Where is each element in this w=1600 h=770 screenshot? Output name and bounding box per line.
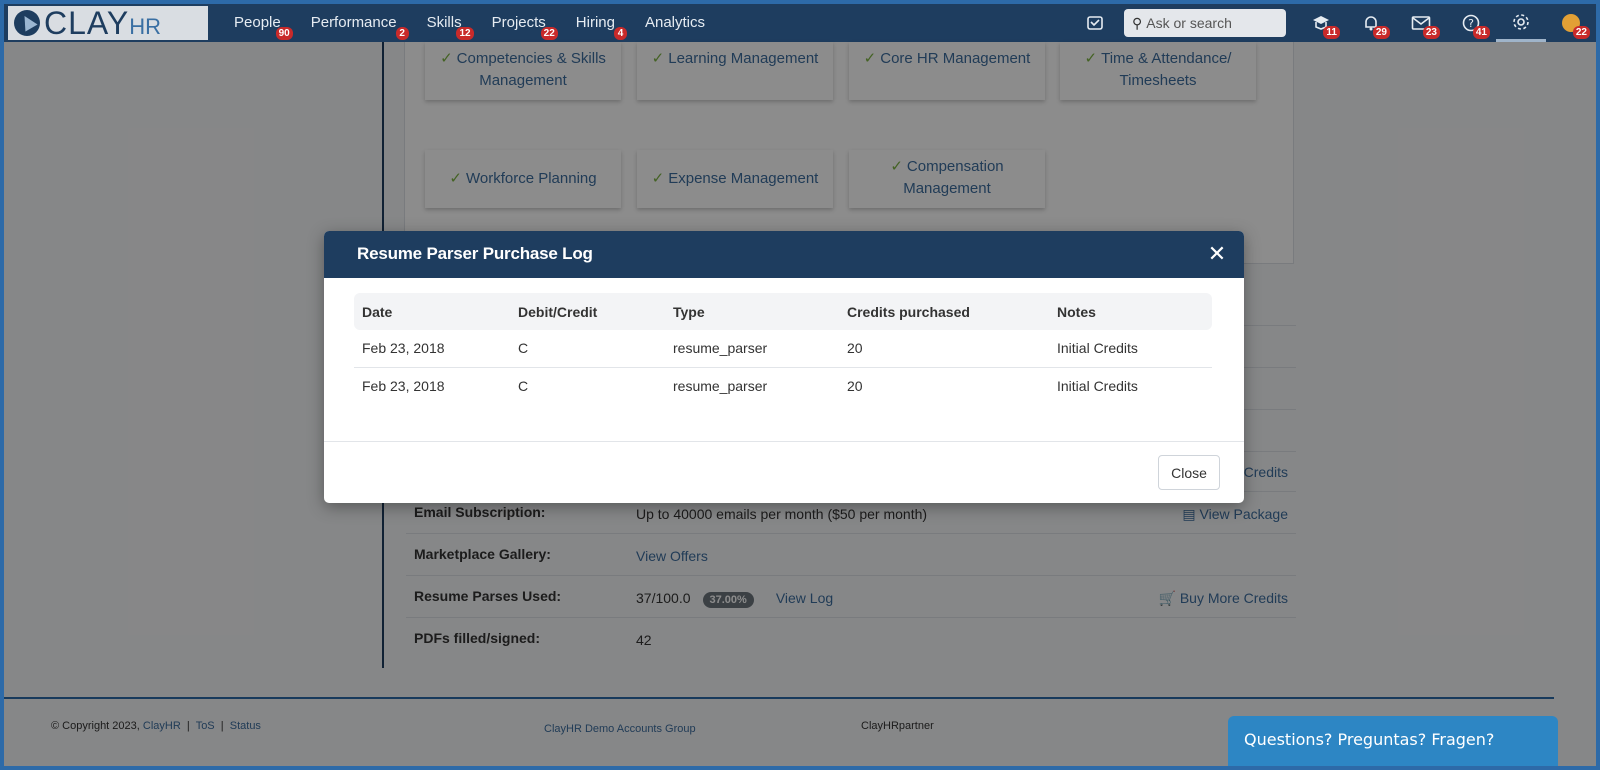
nav-badge: 2 <box>395 27 409 40</box>
table-cell: 20 <box>847 340 863 357</box>
nav-badge: 22 <box>540 27 558 40</box>
column-header: Credits purchased <box>847 303 970 320</box>
table-row: Feb 23, 2018 C resume_parser 20 Initial … <box>354 366 1212 404</box>
search-input[interactable]: ⚲ Ask or search <box>1124 9 1286 37</box>
nav-skills[interactable]: Skills 12 <box>413 4 476 42</box>
purchase-log-modal: Resume Parser Purchase Log ✕ Date Debit/… <box>324 231 1244 503</box>
table-cell: Initial Credits <box>1049 366 1212 404</box>
table-cell: C <box>510 366 665 404</box>
close-icon[interactable]: ✕ <box>1208 241 1226 267</box>
search-icon: ⚲ <box>1132 14 1143 31</box>
envelope-icon[interactable]: 23 <box>1396 4 1446 42</box>
logo-text: CLAYHR <box>44 4 161 41</box>
modal-body: Date Debit/Credit Type Credits purchased… <box>324 278 1244 441</box>
table-cell: Initial Credits <box>1057 340 1138 357</box>
modal-title: Resume Parser Purchase Log <box>357 244 593 263</box>
column-header: Debit/Credit <box>518 303 598 320</box>
clayhr-logo[interactable]: CLAYHR <box>8 4 208 41</box>
app-frame: CLAYHR People 90 Performance 2 Skills 12 Pr… <box>4 4 1596 766</box>
table-cell: Feb 23, 2018 <box>362 340 445 357</box>
help-badge: 41 <box>1472 26 1490 39</box>
profile-avatar-icon[interactable]: 22 <box>1546 4 1596 42</box>
table-cell: C <box>518 340 529 357</box>
column-header: Type <box>673 303 705 320</box>
column-header: Date <box>362 303 393 320</box>
nav-badge: 4 <box>613 27 627 40</box>
close-button[interactable]: Close <box>1158 455 1220 490</box>
table-cell: resume_parser <box>673 340 768 357</box>
courses-badge: 11 <box>1323 26 1340 39</box>
table-cell: resume_parser <box>665 366 839 404</box>
gear-icon[interactable] <box>1496 4 1546 42</box>
modal-footer: Close <box>324 441 1244 503</box>
clock-mail-icon[interactable] <box>1070 4 1120 42</box>
purchase-log-table: Date Debit/Credit Type Credits purchased… <box>354 293 1212 404</box>
nav-analytics[interactable]: Analytics <box>631 4 719 42</box>
help-icon[interactable]: ? 41 <box>1446 4 1496 42</box>
courses-icon[interactable]: 11 <box>1296 4 1346 42</box>
help-chat-button[interactable]: Questions? Preguntas? Fragen? <box>1228 716 1558 766</box>
table-cell: Feb 23, 2018 <box>354 366 510 404</box>
nav-performance[interactable]: Performance 2 <box>297 4 411 42</box>
nav-projects[interactable]: Projects 22 <box>478 4 560 42</box>
messages-badge: 23 <box>1422 26 1440 39</box>
nav-people[interactable]: People 90 <box>220 4 295 42</box>
nav-badge: 12 <box>456 27 474 40</box>
column-header: Notes <box>1057 303 1096 320</box>
logo-mark-icon <box>14 10 40 36</box>
modal-header: Resume Parser Purchase Log ✕ <box>324 231 1244 278</box>
bell-icon[interactable]: 29 <box>1346 4 1396 42</box>
table-row: Feb 23, 2018 C resume_parser 20 Initial … <box>354 330 1212 367</box>
top-nav-bar: CLAYHR People 90 Performance 2 Skills 12 Pr… <box>4 4 1596 42</box>
notifications-badge: 29 <box>1372 26 1390 39</box>
top-right-tools: ⚲ Ask or search 11 29 23 ? 41 22 <box>1070 4 1596 42</box>
nav-hiring[interactable]: Hiring 4 <box>562 4 629 42</box>
main-nav: People 90 Performance 2 Skills 12 Projects 2… <box>220 4 721 42</box>
profile-badge: 22 <box>1572 26 1590 39</box>
nav-badge: 90 <box>275 27 293 40</box>
table-header-row: Date Debit/Credit Type Credits purchased… <box>354 293 1212 330</box>
table-cell: 20 <box>839 366 1049 404</box>
